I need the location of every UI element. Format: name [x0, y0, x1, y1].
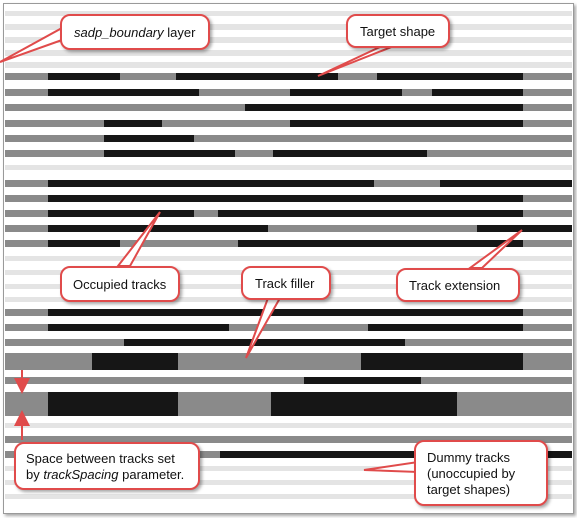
dummy-pointer [363, 460, 419, 474]
callout-target-shape: Target shape [346, 14, 450, 48]
callout-track-spacing: Space between tracks set by trackSpacing… [14, 442, 200, 490]
callout-boundary-suffix: layer [163, 25, 196, 40]
callout-occupied-text: Occupied tracks [73, 277, 167, 292]
callout-track-extension: Track extension [396, 268, 520, 302]
filler-pointer [245, 297, 282, 359]
callout-dummy-line1: Dummy tracks [427, 450, 511, 465]
callout-spacing-line1: Space between tracks set [26, 451, 175, 466]
target-pointer [317, 45, 395, 77]
callout-dummy-line2: (unoccupied by [427, 466, 516, 481]
callout-dummy-line3: target shapes) [427, 482, 511, 497]
callout-occupied-tracks: Occupied tracks [60, 266, 180, 302]
callout-filler-text: Track filler [255, 276, 315, 291]
extension-pointer [466, 229, 523, 269]
callout-spacing-line2-italic: trackSpacing [43, 467, 119, 482]
callout-sadp-boundary: sadp_boundary layer [60, 14, 210, 50]
boundary-pointer [0, 26, 63, 63]
callout-extension-text: Track extension [409, 278, 501, 293]
callout-target-text: Target shape [360, 24, 436, 39]
occupied-pointer [115, 211, 161, 267]
callout-track-filler: Track filler [241, 266, 331, 300]
callout-spacing-line2-prefix: by [26, 467, 44, 482]
callout-spacing-line2-suffix: parameter. [118, 467, 185, 482]
diagram-canvas: sadp_boundary layer Target shape Occupie… [0, 0, 577, 518]
callout-dummy-tracks: Dummy tracks (unoccupied by target shape… [414, 440, 548, 506]
callout-boundary-italic: sadp_boundary [74, 25, 164, 40]
